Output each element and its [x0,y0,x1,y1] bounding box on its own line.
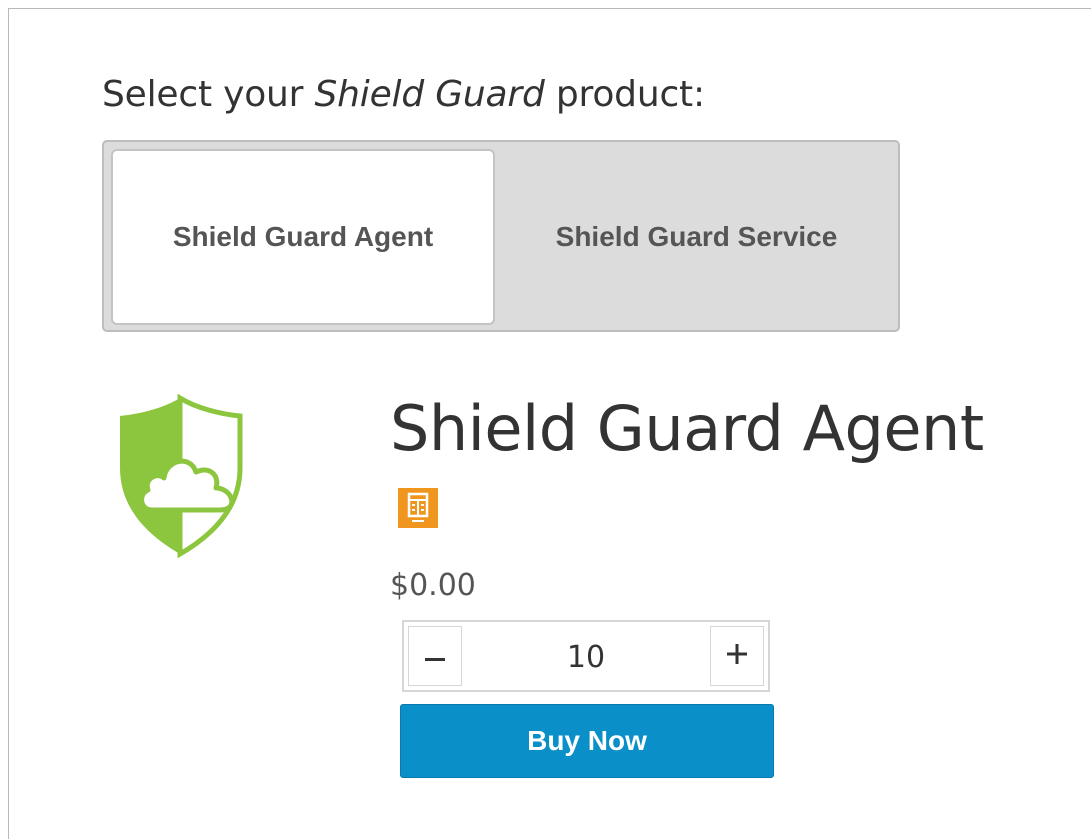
plus-icon [727,644,747,668]
buy-now-button[interactable]: Buy Now [400,704,774,778]
quantity-input[interactable] [464,622,708,692]
product-price: $0.00 [390,568,476,603]
option-shield-guard-agent[interactable]: Shield Guard Agent [111,149,495,325]
shield-cloud-icon [116,393,246,559]
select-label-product: Shield Guard [314,74,545,115]
select-label-prefix: Select your [102,74,315,115]
decrement-button[interactable] [408,626,462,686]
option-shield-guard-service[interactable]: Shield Guard Service [497,149,896,325]
product-select-label: Select your Shield Guard product: [102,74,705,115]
product-title: Shield Guard Agent [390,392,984,465]
product-selector: Shield Guard Agent Shield Guard Service [102,140,900,332]
minus-icon [425,647,445,666]
increment-button[interactable] [710,626,764,686]
server-badge-icon [398,488,438,528]
quantity-stepper [402,620,770,692]
select-label-suffix: product: [544,74,705,115]
